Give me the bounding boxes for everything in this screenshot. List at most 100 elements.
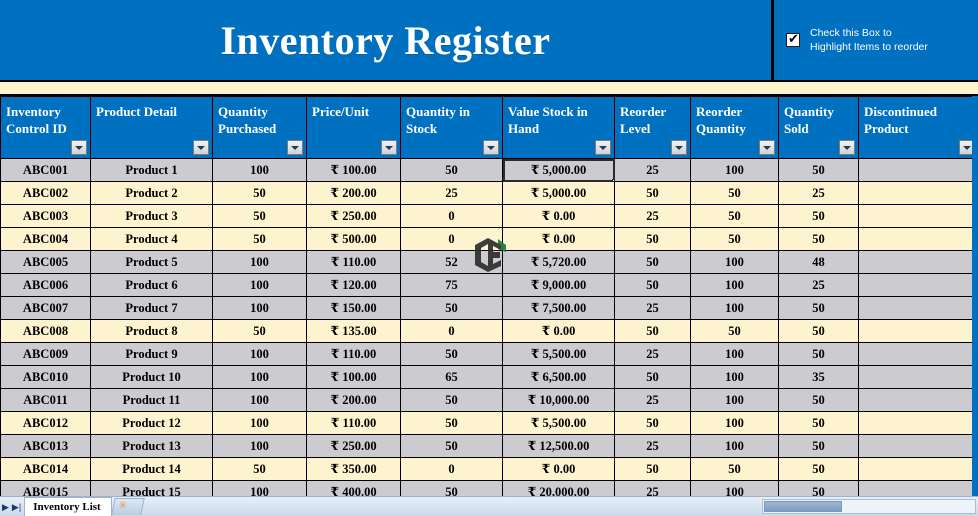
- cell-name[interactable]: Product 11: [90, 388, 213, 412]
- cell-disc[interactable]: [858, 227, 978, 251]
- table-row[interactable]: ABC004 Product 4 50 ₹ 500.00 0 ₹ 0.00 50 50 50: [0, 227, 978, 251]
- cell-id[interactable]: ABC013: [0, 434, 91, 458]
- cell-value[interactable]: ₹ 9,000.00: [502, 273, 615, 297]
- cell-name[interactable]: Product 10: [90, 365, 213, 389]
- cell-qpur[interactable]: 100: [212, 273, 307, 297]
- table-row[interactable]: ABC005 Product 5 100 ₹ 110.00 52 ₹ 5,720.00 50…: [0, 250, 978, 274]
- cell-rqty[interactable]: 100: [690, 480, 779, 496]
- cell-name[interactable]: Product 15: [90, 480, 213, 496]
- cell-disc[interactable]: [858, 158, 978, 182]
- cell-qpur[interactable]: 100: [212, 411, 307, 435]
- cell-rlvl[interactable]: 50: [614, 457, 691, 481]
- cell-price[interactable]: ₹ 250.00: [306, 434, 401, 458]
- cell-value[interactable]: ₹ 0.00: [502, 227, 615, 251]
- cell-price[interactable]: ₹ 135.00: [306, 319, 401, 343]
- cell-qpur[interactable]: 100: [212, 342, 307, 366]
- column-header-qpur[interactable]: Quantity Purchased: [212, 96, 307, 159]
- fill-handle[interactable]: [612, 179, 614, 181]
- column-header-rlvl[interactable]: Reorder Level: [614, 96, 691, 159]
- filter-dropdown-icon[interactable]: [483, 140, 499, 155]
- cell-qpur[interactable]: 50: [212, 181, 307, 205]
- cell-disc[interactable]: [858, 411, 978, 435]
- cell-price[interactable]: ₹ 350.00: [306, 457, 401, 481]
- cell-price[interactable]: ₹ 120.00: [306, 273, 401, 297]
- column-header-sold[interactable]: Quantity Sold: [778, 96, 859, 159]
- column-header-name[interactable]: Product Detail: [90, 96, 213, 159]
- cell-qstk[interactable]: 0: [400, 227, 503, 251]
- table-row[interactable]: ABC010 Product 10 100 ₹ 100.00 65 ₹ 6,500.00 5…: [0, 365, 978, 389]
- cell-sold[interactable]: 50: [778, 204, 859, 228]
- cell-value[interactable]: ₹ 7,500.00: [502, 296, 615, 320]
- cell-qpur[interactable]: 50: [212, 457, 307, 481]
- cell-rlvl[interactable]: 25: [614, 480, 691, 496]
- cell-rlvl[interactable]: 50: [614, 250, 691, 274]
- horizontal-scrollbar-thumb[interactable]: [764, 501, 842, 512]
- cell-disc[interactable]: [858, 388, 978, 412]
- cell-price[interactable]: ₹ 110.00: [306, 250, 401, 274]
- cell-name[interactable]: Product 6: [90, 273, 213, 297]
- sheet-nav-arrows[interactable]: ▶ ▶|: [0, 502, 24, 512]
- cell-rqty[interactable]: 100: [690, 273, 779, 297]
- cell-qstk[interactable]: 50: [400, 434, 503, 458]
- cell-qstk[interactable]: 50: [400, 342, 503, 366]
- cell-qpur[interactable]: 100: [212, 365, 307, 389]
- cell-id[interactable]: ABC015: [0, 480, 91, 496]
- cell-name[interactable]: Product 7: [90, 296, 213, 320]
- cell-sold[interactable]: 50: [778, 319, 859, 343]
- cell-rqty[interactable]: 100: [690, 342, 779, 366]
- cell-rqty[interactable]: 100: [690, 365, 779, 389]
- cell-id[interactable]: ABC002: [0, 181, 91, 205]
- cell-value[interactable]: ₹ 0.00: [502, 204, 615, 228]
- cell-qstk[interactable]: 50: [400, 411, 503, 435]
- cell-rlvl[interactable]: 25: [614, 296, 691, 320]
- cell-sold[interactable]: 50: [778, 342, 859, 366]
- cell-value[interactable]: ₹ 5,720.00: [502, 250, 615, 274]
- cell-rqty[interactable]: 100: [690, 388, 779, 412]
- column-header-price[interactable]: Price/Unit: [306, 96, 401, 159]
- cell-sold[interactable]: 25: [778, 273, 859, 297]
- cell-price[interactable]: ₹ 110.00: [306, 342, 401, 366]
- cell-name[interactable]: Product 5: [90, 250, 213, 274]
- cell-rlvl[interactable]: 25: [614, 204, 691, 228]
- cell-disc[interactable]: [858, 296, 978, 320]
- table-row[interactable]: ABC014 Product 14 50 ₹ 350.00 0 ₹ 0.00 50 50 50: [0, 457, 978, 481]
- cell-rqty[interactable]: 100: [690, 434, 779, 458]
- column-header-id[interactable]: Inventory Control ID: [0, 96, 91, 159]
- cell-qstk[interactable]: 50: [400, 296, 503, 320]
- table-row[interactable]: ABC008 Product 8 50 ₹ 135.00 0 ₹ 0.00 50 50 50: [0, 319, 978, 343]
- column-header-qstk[interactable]: Quantity in Stock: [400, 96, 503, 159]
- cell-id[interactable]: ABC003: [0, 204, 91, 228]
- cell-name[interactable]: Product 8: [90, 319, 213, 343]
- cell-disc[interactable]: [858, 273, 978, 297]
- cell-value[interactable]: ₹ 5,500.00: [502, 411, 615, 435]
- cell-id[interactable]: ABC008: [0, 319, 91, 343]
- filter-dropdown-icon[interactable]: [759, 140, 775, 155]
- cell-rqty[interactable]: 100: [690, 411, 779, 435]
- cell-qstk[interactable]: 50: [400, 158, 503, 182]
- cell-qstk[interactable]: 50: [400, 388, 503, 412]
- cell-value[interactable]: ₹ 5,000.00: [502, 158, 615, 182]
- table-row[interactable]: ABC007 Product 7 100 ₹ 150.00 50 ₹ 7,500.00 25…: [0, 296, 978, 320]
- cell-rlvl[interactable]: 50: [614, 181, 691, 205]
- table-row[interactable]: ABC015 Product 15 100 ₹ 400.00 50 ₹ 20,000.00…: [0, 480, 978, 496]
- cell-name[interactable]: Product 14: [90, 457, 213, 481]
- cell-sold[interactable]: 50: [778, 411, 859, 435]
- cell-disc[interactable]: [858, 181, 978, 205]
- cell-id[interactable]: ABC010: [0, 365, 91, 389]
- cell-name[interactable]: Product 9: [90, 342, 213, 366]
- cell-value[interactable]: ₹ 12,500.00: [502, 434, 615, 458]
- filter-dropdown-icon[interactable]: [839, 140, 855, 155]
- highlight-reorder-checkbox[interactable]: ✔: [786, 32, 800, 47]
- cell-qstk[interactable]: 0: [400, 204, 503, 228]
- cell-name[interactable]: Product 4: [90, 227, 213, 251]
- cell-disc[interactable]: [858, 319, 978, 343]
- cell-sold[interactable]: 50: [778, 227, 859, 251]
- cell-id[interactable]: ABC011: [0, 388, 91, 412]
- cell-qpur[interactable]: 100: [212, 480, 307, 496]
- cell-rlvl[interactable]: 50: [614, 273, 691, 297]
- cell-qpur[interactable]: 100: [212, 158, 307, 182]
- cell-sold[interactable]: 50: [778, 434, 859, 458]
- cell-value[interactable]: ₹ 5,500.00: [502, 342, 615, 366]
- cell-qpur[interactable]: 50: [212, 204, 307, 228]
- cell-sold[interactable]: 25: [778, 181, 859, 205]
